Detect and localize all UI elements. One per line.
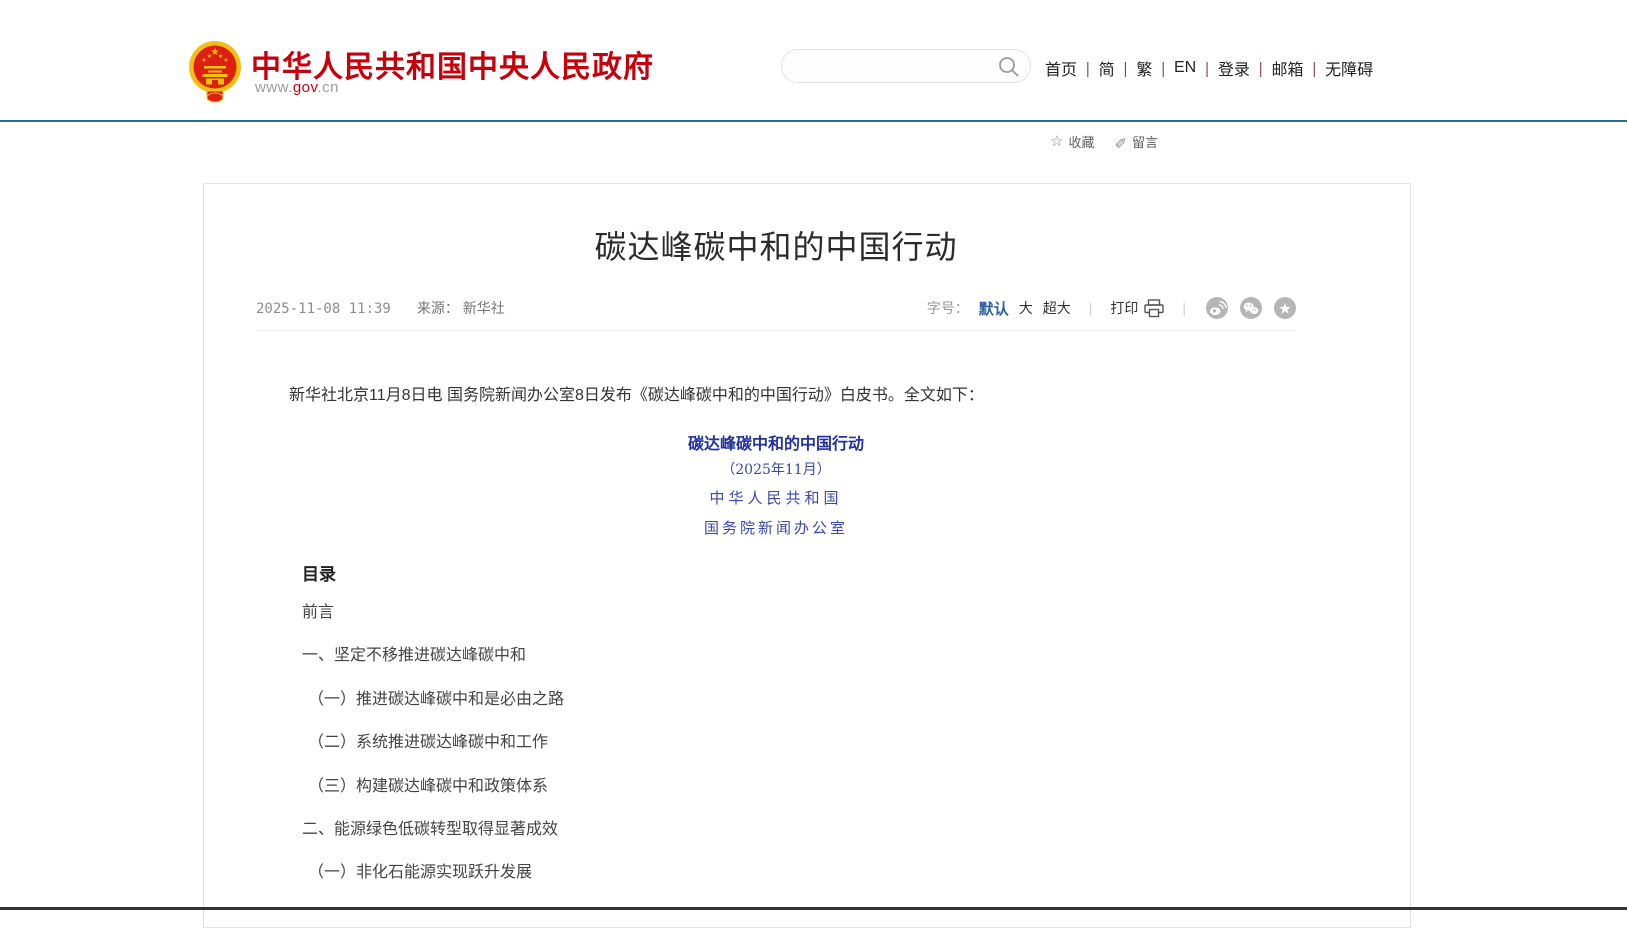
- toc-item: 二、能源绿色低碳转型取得显著成效: [302, 808, 1202, 851]
- article-title: 碳达峰碳中和的中国行动: [256, 222, 1296, 268]
- header-divider: [0, 120, 1627, 122]
- site-url-suffix: .cn: [317, 79, 339, 96]
- nav-separator: |: [1205, 59, 1209, 77]
- toc-item: （一）推进碳达峰碳中和是必由之路: [302, 678, 1202, 721]
- weibo-icon: [1206, 297, 1228, 319]
- nav-mail[interactable]: 邮箱: [1272, 56, 1304, 80]
- nav-separator: |: [1161, 59, 1165, 77]
- site-url-prefix: www.: [255, 79, 293, 96]
- nav-traditional[interactable]: 繁: [1136, 56, 1152, 80]
- top-nav: 首页 | 简 | 繁 | EN | 登录 | 邮箱 | 无障碍: [1045, 56, 1373, 80]
- toc-heading: 目录: [302, 560, 336, 585]
- fontsize-xlarge-button[interactable]: 超大: [1043, 298, 1071, 318]
- favorite-button[interactable]: ☆ 收藏: [1050, 132, 1094, 151]
- document-issuer-country: 中华人民共和国: [256, 487, 1296, 508]
- site-url[interactable]: www.gov.cn: [255, 79, 339, 96]
- document-issuer-office: 国务院新闻办公室: [256, 517, 1296, 538]
- fontsize-large-button[interactable]: 大: [1019, 298, 1033, 318]
- print-button[interactable]: 打印: [1110, 298, 1164, 318]
- source-label: 来源：: [417, 300, 459, 316]
- toc-item: （一）非化石能源实现跃升发展: [302, 851, 1202, 894]
- document-date-line: （2025年11月）: [256, 459, 1296, 479]
- search-input[interactable]: [798, 51, 993, 81]
- comment-button[interactable]: ✎ 留言: [1114, 132, 1158, 151]
- star-share-icon: [1274, 297, 1296, 319]
- fontsize-default-button[interactable]: 默认: [979, 298, 1009, 319]
- site-url-highlight: gov: [293, 79, 318, 96]
- toc-item: （二）系统推进碳达峰碳中和工作: [302, 721, 1202, 764]
- search-box: [781, 49, 1031, 83]
- weibo-share-button[interactable]: [1206, 297, 1228, 319]
- page-bottom-bar: [0, 907, 1627, 910]
- nav-login[interactable]: 登录: [1218, 56, 1250, 80]
- toolbar-separator: |: [1182, 300, 1186, 316]
- article-card: 碳达峰碳中和的中国行动 2025-11-08 11:39 来源： 新华社 字号：…: [203, 183, 1411, 928]
- article-source: 来源： 新华社: [417, 298, 505, 318]
- search-icon[interactable]: [998, 56, 1020, 78]
- site-header: ★ ★ ★ ★ ★ 中华人民共和国中央人民政府 www.gov.cn 首页 | …: [0, 0, 1627, 120]
- publish-date: 2025-11-08 11:39: [256, 301, 391, 317]
- svg-text:★: ★: [207, 53, 212, 60]
- print-label: 打印: [1110, 298, 1138, 318]
- national-emblem-icon: ★ ★ ★ ★ ★: [188, 37, 242, 103]
- nav-home[interactable]: 首页: [1045, 56, 1077, 80]
- toolbar-separator: |: [1089, 300, 1093, 316]
- svg-text:★: ★: [223, 57, 228, 64]
- nav-separator: |: [1313, 59, 1317, 77]
- toc-item: 一、坚定不移推进碳达峰碳中和: [302, 634, 1202, 677]
- toc-item: （三）构建碳达峰碳中和政策体系: [302, 765, 1202, 808]
- wechat-icon: [1240, 297, 1262, 319]
- article-meta-left: 2025-11-08 11:39 来源： 新华社: [256, 298, 505, 318]
- comment-label: 留言: [1132, 132, 1158, 151]
- nav-simplified[interactable]: 简: [1099, 56, 1115, 80]
- meta-divider: [256, 330, 1296, 331]
- toc-list: 前言 一、坚定不移推进碳达峰碳中和 （一）推进碳达峰碳中和是必由之路 （二）系统…: [302, 591, 1202, 895]
- pencil-icon: ✎: [1114, 134, 1127, 149]
- nav-english[interactable]: EN: [1174, 59, 1196, 77]
- action-row: ☆ 收藏 ✎ 留言: [1050, 132, 1158, 151]
- source-value: 新华社: [463, 300, 505, 316]
- nav-separator: |: [1124, 59, 1128, 77]
- more-share-button[interactable]: [1274, 297, 1296, 319]
- nav-separator: |: [1259, 59, 1263, 77]
- wechat-share-button[interactable]: [1240, 297, 1262, 319]
- article-intro: 新华社北京11月8日电 国务院新闻办公室8日发布《碳达峰碳中和的中国行动》白皮书…: [256, 384, 1296, 408]
- printer-icon: [1144, 299, 1164, 318]
- nav-accessibility[interactable]: 无障碍: [1325, 56, 1373, 80]
- nav-separator: |: [1086, 59, 1090, 77]
- toc-item: 前言: [302, 591, 1202, 634]
- article-meta-row: 2025-11-08 11:39 来源： 新华社 字号： 默认 大 超大 | 打…: [256, 291, 1296, 325]
- document-title: 碳达峰碳中和的中国行动: [256, 430, 1296, 454]
- favorite-label: 收藏: [1068, 132, 1094, 151]
- article-toolbar: 字号： 默认 大 超大 | 打印 |: [927, 297, 1296, 319]
- star-outline-icon: ☆: [1050, 134, 1063, 149]
- fontsize-label: 字号：: [927, 298, 969, 318]
